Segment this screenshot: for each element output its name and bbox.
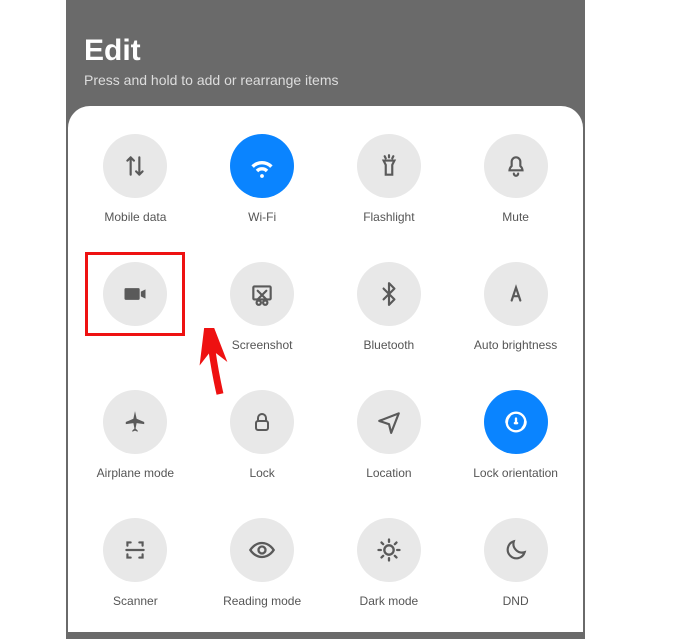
auto-brightness-icon: [484, 262, 548, 326]
tile-label: Auto brightness: [474, 338, 557, 352]
lock-orientation-icon: [484, 390, 548, 454]
bluetooth-icon: [357, 262, 421, 326]
tile-label: Airplane mode: [97, 466, 174, 480]
tile-auto-brightness[interactable]: Auto brightness: [456, 262, 575, 352]
tile-label: Scanner: [113, 594, 158, 608]
tile-label: Mute: [502, 210, 529, 224]
bell-icon: [484, 134, 548, 198]
tile-bluetooth[interactable]: Bluetooth: [330, 262, 449, 352]
airplane-icon: [103, 390, 167, 454]
scanner-icon: [103, 518, 167, 582]
quick-settings-edit-screen: Edit Press and hold to add or rearrange …: [66, 0, 585, 639]
page-subtitle: Press and hold to add or rearrange items: [84, 72, 567, 88]
tile-dnd[interactable]: DND: [456, 518, 575, 608]
tile-label: Location: [366, 466, 411, 480]
tiles-panel: Mobile data Wi-Fi Flashlight Mute: [68, 106, 583, 632]
tile-label: DND: [503, 594, 529, 608]
moon-icon: [484, 518, 548, 582]
scissors-icon: [230, 262, 294, 326]
tile-airplane-mode[interactable]: Airplane mode: [76, 390, 195, 480]
tile-scanner[interactable]: Scanner: [76, 518, 195, 608]
tile-screenshot[interactable]: Screenshot: [203, 262, 322, 352]
tile-mobile-data[interactable]: Mobile data: [76, 134, 195, 224]
wifi-icon: [230, 134, 294, 198]
mobile-data-icon: [103, 134, 167, 198]
tile-label: Bluetooth: [364, 338, 415, 352]
tile-label: Reading mode: [223, 594, 301, 608]
tile-label: Lock orientation: [473, 466, 558, 480]
tile-wifi[interactable]: Wi-Fi: [203, 134, 322, 224]
tile-dark-mode[interactable]: Dark mode: [330, 518, 449, 608]
tile-label: Wi-Fi: [248, 210, 276, 224]
tile-lock[interactable]: Lock: [203, 390, 322, 480]
tile-flashlight[interactable]: Flashlight: [330, 134, 449, 224]
tile-location[interactable]: Location: [330, 390, 449, 480]
tile-label: Mobile data: [104, 210, 166, 224]
tile-lock-orientation[interactable]: Lock orientation: [456, 390, 575, 480]
eye-icon: [230, 518, 294, 582]
flashlight-icon: [357, 134, 421, 198]
tile-label: Flashlight: [363, 210, 414, 224]
video-camera-icon: [103, 262, 167, 326]
location-icon: [357, 390, 421, 454]
tile-label: Screenshot: [232, 338, 293, 352]
tile-reading-mode[interactable]: Reading mode: [203, 518, 322, 608]
header: Edit Press and hold to add or rearrange …: [66, 0, 585, 106]
page-title: Edit: [84, 34, 567, 68]
tiles-grid: Mobile data Wi-Fi Flashlight Mute: [76, 134, 575, 608]
tile-label: Dark mode: [360, 594, 419, 608]
tile-label: Lock: [249, 466, 274, 480]
tile-screen-record[interactable]: [76, 262, 195, 352]
dark-mode-icon: [357, 518, 421, 582]
tile-mute[interactable]: Mute: [456, 134, 575, 224]
lock-icon: [230, 390, 294, 454]
